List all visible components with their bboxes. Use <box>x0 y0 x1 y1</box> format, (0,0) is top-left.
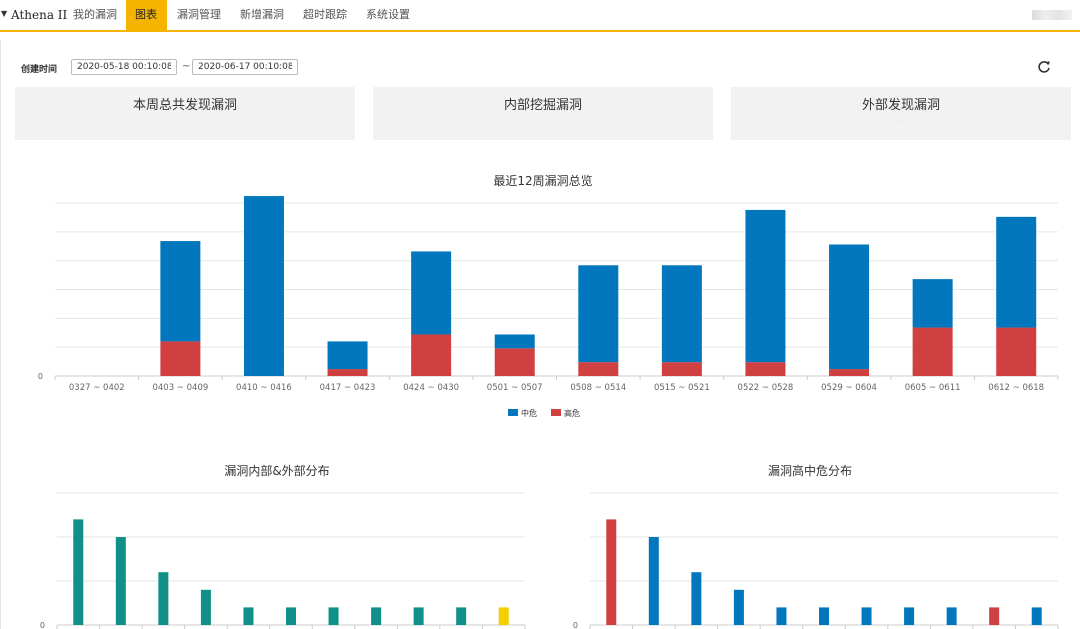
bar <box>456 607 467 625</box>
y-tick-label: 0 <box>573 621 578 629</box>
x-tick-label: 0501 ~ 0507 <box>487 383 543 393</box>
x-tick-label: 0522 ~ 0528 <box>738 383 794 393</box>
nav-add-vuln[interactable]: 新增漏洞 <box>231 0 293 30</box>
bar-中危 <box>912 279 953 328</box>
x-tick-label: 0529 ~ 0604 <box>821 383 877 393</box>
legend-swatch <box>551 409 561 416</box>
x-tick-label: 0410 ~ 0416 <box>236 383 292 393</box>
bar <box>989 607 1000 625</box>
bar-中危 <box>829 244 870 370</box>
bar <box>286 607 296 625</box>
user-avatar-blurred[interactable] <box>1032 10 1072 20</box>
bar-高危 <box>578 362 619 376</box>
weekly-chart-title: 最近12周漏洞总览 <box>493 174 593 188</box>
legend-label: 中危 <box>521 408 537 418</box>
card-title: 内部挖掘漏洞 <box>503 98 582 113</box>
weekly-stacked-bar-chart: 0 0327 ~ 0402 0403 ~ 0409 0410 ~ 0416 0417 ~… <box>38 196 1059 418</box>
menu-caret-icon[interactable]: ▼ <box>1 9 7 18</box>
nav-charts[interactable]: 图表 <box>126 0 167 30</box>
internal-external-chart-title: 漏洞内部&外部分布 <box>224 464 330 478</box>
x-tick-label: 0327 ~ 0402 <box>69 383 125 393</box>
bar-高危 <box>327 369 368 376</box>
bar-中危 <box>160 241 201 342</box>
legend-label: 高危 <box>564 408 580 418</box>
bar-高危 <box>160 341 201 376</box>
bar-中危 <box>661 265 702 363</box>
x-tick-label: 0508 ~ 0514 <box>570 383 626 393</box>
bar-中危 <box>578 265 619 363</box>
bar <box>200 589 211 625</box>
bar-中危 <box>243 196 284 376</box>
bar <box>413 607 424 625</box>
card-external: 外部发现漏洞 — <box>731 87 1071 140</box>
severity-bar-chart: 0 <box>573 492 1059 629</box>
bar <box>1031 607 1042 625</box>
nav-timeout-tracking[interactable]: 超时跟踪 <box>294 0 356 30</box>
bar <box>115 537 126 625</box>
x-tick-label: 0424 ~ 0430 <box>403 383 459 393</box>
bar <box>328 607 339 625</box>
card-weekly-total: 本周总共发现漏洞 — <box>15 87 355 140</box>
bar <box>946 607 957 625</box>
x-tick-label: 0403 ~ 0409 <box>152 383 208 393</box>
bar-中危 <box>327 341 368 370</box>
legend-swatch <box>508 409 518 416</box>
bar-高危 <box>996 327 1037 376</box>
severity-chart-title: 漏洞高中危分布 <box>767 464 852 478</box>
refresh-icon[interactable] <box>1036 59 1052 75</box>
card-value: — <box>538 117 548 127</box>
bar <box>371 607 382 625</box>
bar-高危 <box>829 369 870 376</box>
nav-vuln-management[interactable]: 漏洞管理 <box>168 0 230 30</box>
bar <box>904 607 915 625</box>
end-date-input[interactable] <box>192 59 298 75</box>
top-nav-bar: ▼ Athena II 我的漏洞 图表 漏洞管理 新增漏洞 超时跟踪 系统设置 <box>0 0 1080 32</box>
bar-高危 <box>411 334 452 376</box>
internal-external-bar-chart: 0 <box>40 492 526 629</box>
bar <box>606 519 617 625</box>
y-tick-label: 0 <box>38 372 43 381</box>
card-title: 本周总共发现漏洞 <box>132 98 237 113</box>
x-tick-label: 0515 ~ 0521 <box>654 383 710 393</box>
nav-my-vulns[interactable]: 我的漏洞 <box>64 0 126 30</box>
start-date-input[interactable] <box>71 59 177 75</box>
card-title: 外部发现漏洞 <box>861 98 940 113</box>
date-range-separator: ~ <box>182 61 191 72</box>
x-tick-label: 0605 ~ 0611 <box>905 383 961 393</box>
nav-system-settings[interactable]: 系统设置 <box>357 0 419 30</box>
bar <box>819 607 829 625</box>
card-internal: 内部挖掘漏洞 — <box>373 87 713 140</box>
bar <box>243 607 254 625</box>
bar <box>776 607 787 625</box>
bar <box>691 572 702 625</box>
x-tick-label: 0612 ~ 0618 <box>988 383 1044 393</box>
x-tick-label: 0417 ~ 0423 <box>320 383 376 393</box>
bar-高危 <box>912 327 953 376</box>
card-value: — <box>896 117 906 127</box>
y-tick-label: 0 <box>40 621 45 629</box>
brand-logo-text[interactable]: Athena II <box>11 8 67 22</box>
bar-高危 <box>494 348 535 376</box>
bar <box>861 607 872 625</box>
bar <box>648 537 659 625</box>
bar <box>73 519 84 625</box>
bar-高危 <box>745 362 786 376</box>
bar-中危 <box>494 334 535 349</box>
bar <box>733 589 744 625</box>
bar <box>158 572 169 625</box>
bar-中危 <box>411 251 452 335</box>
card-value: — <box>180 117 190 127</box>
bar <box>498 607 509 625</box>
bar-高危 <box>661 362 702 376</box>
bar-中危 <box>745 209 786 363</box>
created-time-label: 创建时间 <box>21 65 58 75</box>
bar-中危 <box>996 216 1037 328</box>
